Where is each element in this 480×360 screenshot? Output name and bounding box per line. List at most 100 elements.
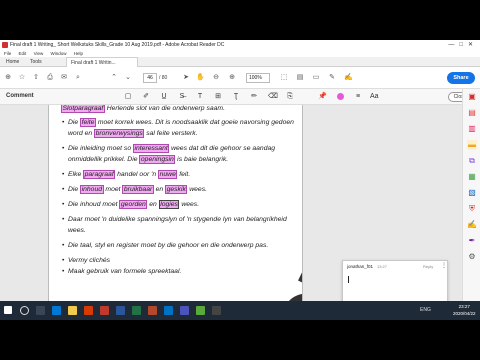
menu-file[interactable]: File xyxy=(4,51,11,56)
font-size-icon[interactable]: Aa xyxy=(370,93,379,101)
text-run: Herlende slot van die onderwerp saam. xyxy=(104,105,225,112)
sign-icon[interactable]: ✍ xyxy=(344,74,353,82)
office-icon[interactable] xyxy=(84,306,93,315)
star-icon[interactable]: ☆ xyxy=(18,74,26,82)
select-cursor-icon[interactable]: ➤ xyxy=(182,74,190,82)
edge-icon[interactable] xyxy=(52,306,61,315)
send-for-signature-icon[interactable]: ✒ xyxy=(467,236,477,246)
highlighted-text[interactable]: inhoud xyxy=(80,185,104,194)
comment-reply[interactable]: Reply xyxy=(423,264,433,269)
bullet-icon: • xyxy=(62,201,65,208)
zoom-level[interactable]: 100% xyxy=(246,73,270,83)
scroll-mode-icon[interactable]: ▤ xyxy=(296,74,304,82)
color-swatch-icon[interactable] xyxy=(336,93,344,101)
more-tools-icon[interactable]: ⚙ xyxy=(467,252,477,262)
fill-sign-icon[interactable]: ✍ xyxy=(467,220,477,230)
outlook-icon[interactable] xyxy=(164,306,173,315)
create-pdf-icon[interactable]: ▤ xyxy=(467,108,477,118)
document-viewport[interactable]: Slotparagraaf Herlende slot van die onde… xyxy=(0,105,462,320)
teams-icon[interactable] xyxy=(180,306,189,315)
text-run: Die xyxy=(68,119,81,126)
highlighted-text[interactable]: georden xyxy=(119,200,148,209)
menu-view[interactable]: View xyxy=(34,51,44,56)
language-indicator[interactable]: ENG xyxy=(420,307,431,313)
page-number-input[interactable]: 46 xyxy=(143,73,157,83)
strikethrough-icon[interactable]: S̶ xyxy=(178,93,186,101)
close-window-button[interactable]: ✕ xyxy=(468,42,478,48)
search-taskbar-icon[interactable] xyxy=(20,306,29,315)
compress-icon[interactable]: ▧ xyxy=(467,188,477,198)
create-icon[interactable]: ⊕ xyxy=(4,74,12,82)
app-icon[interactable] xyxy=(212,306,221,315)
highlight-icon[interactable]: ✐ xyxy=(142,93,150,101)
windows-start-icon[interactable] xyxy=(4,306,12,314)
highlighted-text[interactable]: openingsin xyxy=(139,155,176,164)
highlighted-text[interactable]: paragraaf xyxy=(83,170,116,179)
highlighted-text[interactable]: nuwe xyxy=(158,170,178,179)
text-run: moet korrek wees. Dit is noodsaaklik dat… xyxy=(95,119,294,126)
powerpoint-icon[interactable] xyxy=(148,306,157,315)
prev-page-icon[interactable]: ⌃ xyxy=(110,74,118,82)
excel-icon[interactable] xyxy=(132,306,141,315)
underline-icon[interactable]: U̲ xyxy=(160,93,168,101)
menu-edit[interactable]: Edit xyxy=(19,51,27,56)
window-controls[interactable]: —□✕ xyxy=(448,40,478,50)
highlighted-text[interactable]: bronverwysings xyxy=(94,129,145,138)
more-options-icon[interactable]: ⋮ xyxy=(441,262,447,269)
sticky-note-icon[interactable]: ▢ xyxy=(124,93,132,101)
highlighted-text[interactable]: geskik xyxy=(165,185,188,194)
pin-icon[interactable]: 📌 xyxy=(318,93,327,101)
search-icon[interactable]: ⌕ xyxy=(74,74,82,82)
windows-taskbar: ENG 23:27 2020/04/22 xyxy=(0,301,480,320)
maximize-button[interactable]: □ xyxy=(459,42,468,48)
highlighted-text[interactable]: interessant xyxy=(132,144,170,153)
hand-icon[interactable]: ✋ xyxy=(196,74,205,82)
chrome-icon[interactable] xyxy=(196,306,205,315)
acrobat-taskbar-icon[interactable] xyxy=(100,306,109,315)
print-icon[interactable]: ⎙ xyxy=(46,74,54,82)
menu-help[interactable]: Help xyxy=(74,51,83,56)
fit-page-icon[interactable]: ⬚ xyxy=(280,74,288,82)
clock[interactable]: 23:27 2020/04/22 xyxy=(453,303,476,317)
pen-icon[interactable]: ✎ xyxy=(328,74,336,82)
attach-icon[interactable]: ⎘ xyxy=(286,93,294,101)
pdf-page[interactable]: Slotparagraaf Herlende slot van die onde… xyxy=(48,105,303,320)
minimize-button[interactable]: — xyxy=(448,42,459,48)
menu-window[interactable]: Window xyxy=(51,51,67,56)
pencil-icon[interactable]: ✏ xyxy=(250,93,258,101)
file-explorer-icon[interactable] xyxy=(68,306,77,315)
tab-tools[interactable]: Tools xyxy=(26,57,46,67)
selected-highlight[interactable]: logies xyxy=(158,200,180,209)
text-box-icon[interactable]: ⊞ xyxy=(214,93,222,101)
email-icon[interactable]: ✉ xyxy=(60,74,68,82)
zoom-out-icon[interactable]: ⊖ xyxy=(212,74,220,82)
comment-input[interactable] xyxy=(348,276,349,283)
comment-author: jonathan_f01 xyxy=(347,264,374,269)
share-button[interactable]: Share xyxy=(447,72,475,84)
upload-icon[interactable]: ⇧ xyxy=(32,74,40,82)
highlighted-text[interactable]: Slotparagraaf xyxy=(61,105,105,113)
text-callout-icon[interactable]: Ʈ xyxy=(232,93,240,101)
word-icon[interactable] xyxy=(116,306,125,315)
eraser-icon[interactable]: ⌫ xyxy=(268,93,278,101)
task-view-icon[interactable] xyxy=(36,306,45,315)
comment-icon[interactable]: ▭ xyxy=(312,74,320,82)
text-edit-icon[interactable]: T xyxy=(196,93,204,101)
export-pdf-icon[interactable]: ▣ xyxy=(467,92,477,102)
combine-files-icon[interactable]: ⧉ xyxy=(467,156,477,166)
comment-tool-icon[interactable]: ▬ xyxy=(467,140,477,150)
bullet-icon: • xyxy=(62,119,65,126)
organize-pages-icon[interactable]: ▦ xyxy=(467,172,477,182)
highlighted-text[interactable]: feite xyxy=(80,118,96,127)
tab-home[interactable]: Home xyxy=(2,57,23,67)
edit-pdf-icon[interactable]: ▥ xyxy=(467,124,477,134)
line-weight-icon[interactable]: ≡ xyxy=(354,93,362,101)
highlighted-text[interactable]: bruikbaar xyxy=(122,185,154,194)
text-run: wees. xyxy=(68,227,86,234)
zoom-in-icon[interactable]: ⊕ xyxy=(228,74,236,82)
bullet-icon: • xyxy=(62,257,65,264)
protect-icon[interactable]: ⛨ xyxy=(467,204,477,214)
text-run: onmiddellik prikkel. Die xyxy=(68,156,140,163)
next-page-icon[interactable]: ⌄ xyxy=(124,74,132,82)
line-text: onmiddellik prikkel. Die openingsin is b… xyxy=(68,154,228,165)
